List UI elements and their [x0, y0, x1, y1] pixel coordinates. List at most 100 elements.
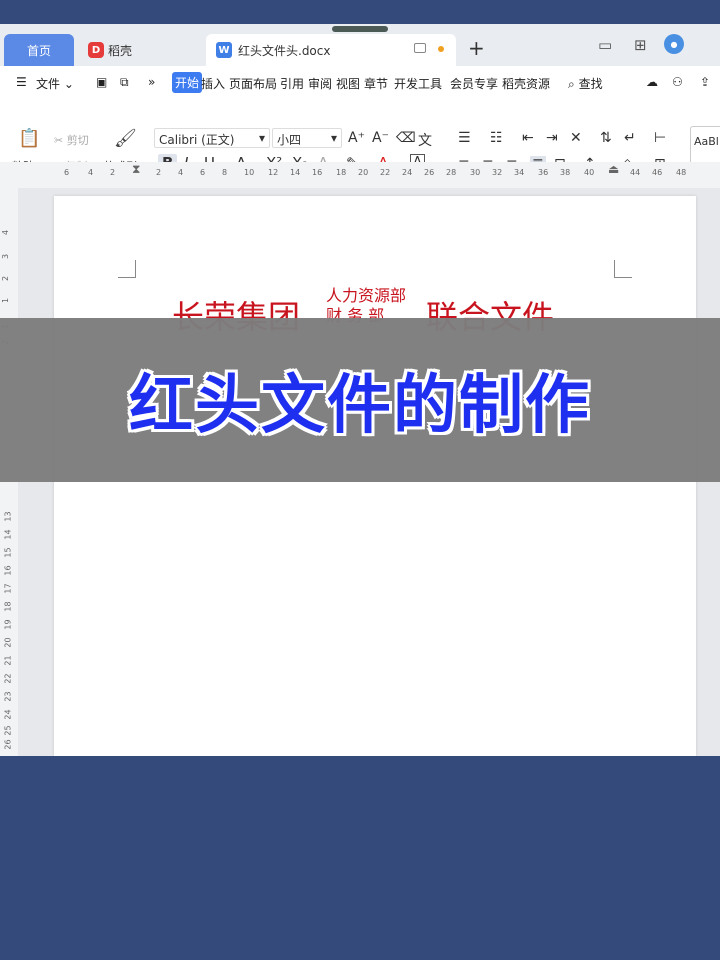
cut-button[interactable]: ✂ 剪切: [54, 132, 89, 148]
menu-developer[interactable]: 开发工具: [394, 75, 442, 92]
title-banner: 红头文件的制作: [0, 318, 720, 482]
ruler-tick: 16: [3, 565, 13, 576]
more-icon[interactable]: »: [148, 75, 155, 89]
ruler-tick: 23: [3, 691, 13, 702]
ruler-tick: 6: [64, 168, 70, 177]
tab-home[interactable]: 首页: [4, 34, 74, 66]
menu-review[interactable]: 审阅: [308, 75, 332, 92]
scissors-icon: ✂: [54, 134, 64, 147]
ruler-tick: 8: [222, 168, 228, 177]
ruler-tick: 19: [3, 619, 13, 630]
ruler-tick: 24: [402, 168, 413, 177]
ruler-tick: 2: [156, 168, 162, 177]
ruler-tick: 12: [268, 168, 279, 177]
bullet-list-icon[interactable]: ☰: [458, 130, 471, 146]
ruler-tick: 22: [3, 673, 13, 684]
decrease-indent-icon[interactable]: ⇤: [522, 130, 534, 146]
menu-view[interactable]: 视图: [336, 75, 360, 92]
ruler-tick: 2: [110, 168, 116, 177]
cloud-icon[interactable]: ☁: [646, 75, 658, 89]
search-button[interactable]: ⌕ 查找: [568, 75, 603, 92]
ruler-tick: 3: [1, 253, 11, 260]
shrink-font-icon[interactable]: A⁻: [372, 130, 389, 146]
ruler-tick: 10: [244, 168, 255, 177]
banner-title: 红头文件的制作: [129, 369, 591, 443]
ruler-tick: 48: [676, 168, 687, 177]
menu-bar: ☰ 文件 ⌄ ▣ ⧉ » 开始 插入 页面布局 引用 审阅 视图 章节 开发工具…: [0, 66, 720, 100]
ruler-tick: 18: [336, 168, 347, 177]
tab-stop-icon[interactable]: ⊢: [654, 130, 666, 146]
menu-chapter[interactable]: 章节: [364, 75, 388, 92]
menu-file[interactable]: 文件 ⌄: [36, 75, 74, 92]
heading-dept-hr: 人力资源部: [326, 286, 407, 305]
chinese-layout-icon[interactable]: ✕: [570, 130, 582, 146]
font-size-select[interactable]: 小四 ▾: [272, 128, 342, 148]
monitor-icon[interactable]: [414, 43, 426, 53]
unsaved-dot-icon: [438, 46, 444, 52]
style-preview: AaBl: [694, 135, 719, 148]
export-icon[interactable]: ⧉: [120, 75, 129, 90]
ruler-tick: 32: [492, 168, 503, 177]
ruler-tick: 21: [3, 655, 13, 666]
tab-daoke[interactable]: D 稻壳: [84, 34, 194, 66]
ruler-tick: 14: [3, 529, 13, 540]
margin-corner-mark: [118, 260, 136, 278]
menu-daoke-resources[interactable]: 稻壳资源: [502, 75, 550, 92]
menu-file-label: 文件: [36, 77, 61, 91]
tab-document[interactable]: W 红头文件头.docx: [206, 34, 456, 66]
tab-home-label: 首页: [26, 43, 51, 58]
tab-document-label: 红头文件头.docx: [238, 43, 331, 58]
ruler-tick: 36: [538, 168, 549, 177]
save-icon[interactable]: ▣: [96, 75, 107, 89]
search-icon: ⌕: [568, 77, 575, 91]
increase-indent-icon[interactable]: ⇥: [546, 130, 558, 146]
ruler-tick: 15: [3, 547, 13, 558]
ruler-tick: 1: [1, 297, 11, 304]
tab-daoke-label: 稻壳: [108, 43, 133, 58]
font-name-select[interactable]: Calibri (正文) ▾: [154, 128, 270, 148]
layout-icon[interactable]: ▭: [598, 36, 612, 54]
phonetic-icon[interactable]: 文: [418, 130, 432, 150]
sort-icon[interactable]: ⇅: [600, 130, 612, 146]
ruler-tick: 18: [3, 601, 13, 612]
share-user-icon[interactable]: ⚇: [672, 75, 683, 89]
ruler-tick: 28: [446, 168, 457, 177]
margin-corner-mark: [614, 260, 632, 278]
ruler-tick: 6: [200, 168, 206, 177]
ruler-tick: 26: [3, 739, 13, 750]
ruler-tick: 13: [3, 511, 13, 522]
share-icon[interactable]: ⇪: [700, 75, 710, 89]
font-name-value: Calibri (正文): [159, 133, 235, 147]
new-tab-button[interactable]: +: [468, 36, 485, 60]
ruler-tick: 44: [630, 168, 641, 177]
ruler-tick: 2: [1, 275, 11, 282]
hamburger-icon[interactable]: ☰: [16, 75, 27, 89]
ruler-tick: 16: [312, 168, 323, 177]
horizontal-ruler[interactable]: 6 4 2 ⧗ 2 4 6 8 10 12 14 16 18 20 22 24 …: [0, 162, 720, 188]
paste-icon[interactable]: 📋: [18, 128, 40, 149]
avatar[interactable]: ●: [664, 34, 684, 54]
right-indent-marker-icon[interactable]: ⏏: [608, 162, 619, 176]
indent-marker-icon[interactable]: ⧗: [132, 162, 140, 177]
menu-member[interactable]: 会员专享: [450, 75, 498, 92]
ruler-tick: 14: [290, 168, 301, 177]
daoke-logo-icon: D: [88, 42, 104, 58]
ruler-tick: 25: [3, 725, 13, 736]
numbered-list-icon[interactable]: ☷: [490, 130, 503, 146]
ruler-tick: 4: [1, 229, 11, 236]
format-painter-icon[interactable]: 🖌: [114, 128, 137, 149]
ruler-tick: 34: [514, 168, 525, 177]
paragraph-mark-icon[interactable]: ↵: [624, 130, 636, 146]
ruler-tick: 40: [584, 168, 595, 177]
menu-references[interactable]: 引用: [280, 75, 304, 92]
grid-icon[interactable]: ⊞: [634, 36, 647, 54]
grow-font-icon[interactable]: A⁺: [348, 130, 365, 146]
menu-page-layout[interactable]: 页面布局: [229, 75, 277, 92]
clear-format-icon[interactable]: ⌫: [396, 130, 416, 146]
ruler-tick: 30: [470, 168, 481, 177]
menu-home[interactable]: 开始: [172, 72, 203, 93]
ruler-tick: 24: [3, 709, 13, 720]
ruler-tick: 20: [358, 168, 369, 177]
window-grip[interactable]: [332, 26, 388, 32]
menu-insert[interactable]: 插入: [201, 75, 225, 92]
